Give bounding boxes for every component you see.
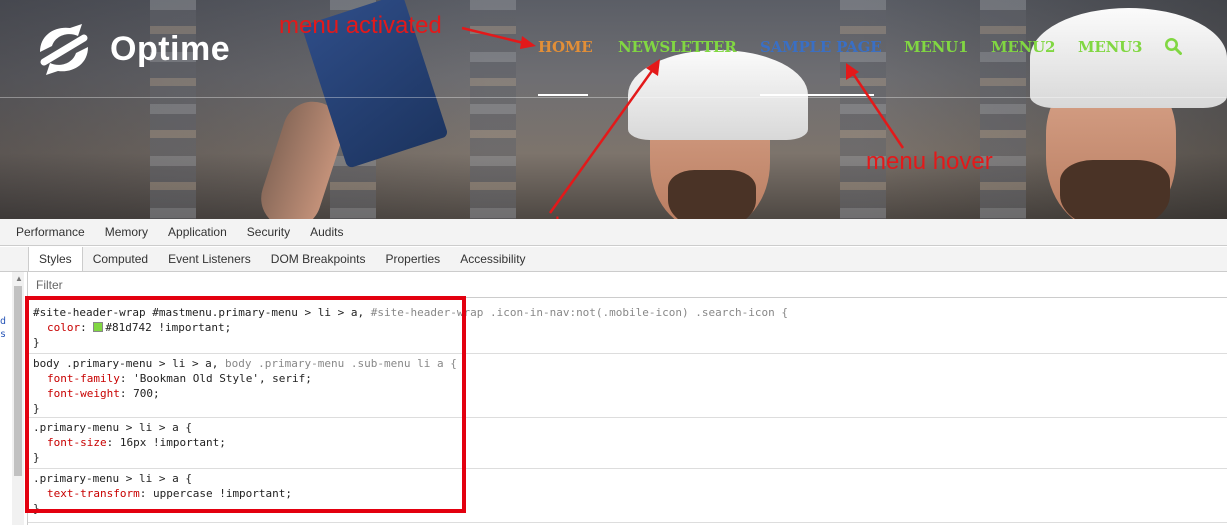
menu-item-sample-page[interactable]: Sample Page: [760, 38, 882, 56]
gutter-text: s: [0, 329, 7, 340]
styles-sub-tabs: Styles Computed Event Listeners DOM Brea…: [0, 247, 1227, 272]
tab-computed[interactable]: Computed: [83, 247, 158, 271]
filter-bar: [28, 273, 1227, 298]
elements-pane-edge: d s ▲: [0, 272, 28, 525]
tab-dom-breakpoints[interactable]: DOM Breakpoints: [261, 247, 376, 271]
tab-security[interactable]: Security: [237, 219, 300, 246]
menu-item-menu3[interactable]: Menu3: [1078, 38, 1142, 56]
search-icon[interactable]: [1164, 37, 1182, 55]
menu-item-menu1[interactable]: Menu1: [904, 38, 968, 56]
background-shelf: [470, 0, 516, 219]
tab-accessibility[interactable]: Accessibility: [450, 247, 535, 271]
annotation-highlight-box: [25, 296, 466, 513]
tab-audits[interactable]: Audits: [300, 219, 353, 246]
worker-beard: [1060, 160, 1170, 219]
filter-input[interactable]: [36, 278, 336, 292]
tab-properties[interactable]: Properties: [375, 247, 450, 271]
tab-performance[interactable]: Performance: [6, 219, 95, 246]
annotation-menu-activated: menu activated: [279, 12, 442, 39]
tab-styles[interactable]: Styles: [28, 247, 83, 271]
scroll-up-icon[interactable]: ▲: [15, 274, 23, 283]
menu-item-newsletter[interactable]: Newsletter: [618, 38, 737, 56]
menu-item-menu2[interactable]: Menu2: [991, 38, 1055, 56]
hard-hat: [1030, 8, 1227, 108]
site-name: Optime: [110, 30, 231, 68]
hover-menu-underline: [760, 94, 874, 96]
scrollbar-thumb[interactable]: [14, 286, 22, 476]
menu-item-home[interactable]: Home: [538, 38, 593, 56]
site-logo[interactable]: Optime: [30, 22, 230, 77]
tab-event-listeners[interactable]: Event Listeners: [158, 247, 261, 271]
annotation-menu-hover: menu hover: [866, 148, 993, 175]
gutter-text: d: [0, 316, 7, 327]
tab-memory[interactable]: Memory: [95, 219, 158, 246]
background-shelf: [980, 0, 1026, 219]
background-shelf: [840, 0, 886, 219]
worker-beard: [668, 170, 756, 219]
active-menu-underline: [538, 94, 588, 96]
tab-application[interactable]: Application: [158, 219, 237, 246]
devtools-panel-tabs: Performance Memory Application Security …: [0, 219, 1227, 246]
scrollbar[interactable]: ▲: [12, 272, 24, 525]
logo-icon: [40, 24, 88, 75]
header-divider: [0, 97, 1227, 98]
